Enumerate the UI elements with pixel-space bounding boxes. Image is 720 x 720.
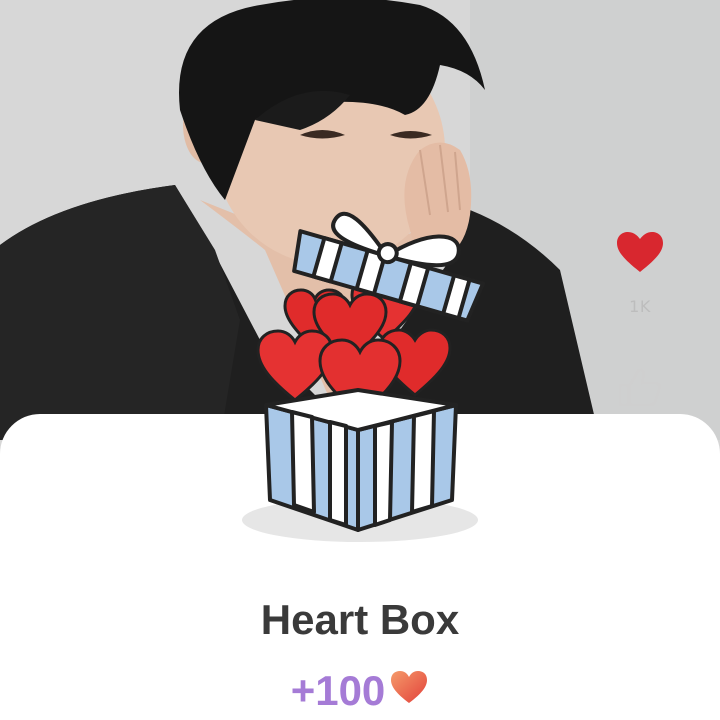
reward-amount: +100 — [290, 666, 386, 714]
like-count: 1K — [629, 297, 651, 316]
heart-icon — [617, 232, 663, 272]
thumbs-up-button[interactable] — [600, 365, 680, 414]
heart-icon — [389, 667, 429, 715]
heart-button[interactable] — [600, 230, 680, 279]
reward-title: Heart Box — [260, 596, 460, 643]
thumbs-up-icon — [618, 368, 662, 407]
gift-box-icon — [230, 200, 510, 550]
reward-amount-row: +100 — [0, 664, 720, 715]
